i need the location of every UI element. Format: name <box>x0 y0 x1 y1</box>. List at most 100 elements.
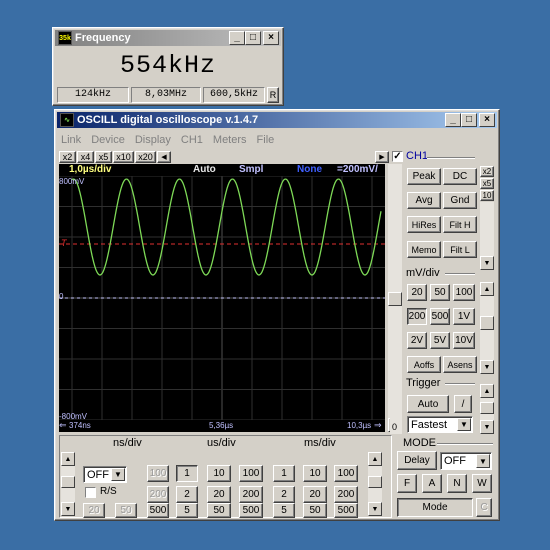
gnd-button[interactable]: Gnd <box>443 192 477 209</box>
timebase-scrollbar[interactable]: ▲ ▼ <box>61 452 75 516</box>
nsdiv-500-button[interactable]: 500 <box>147 503 169 518</box>
zoom-x20-button[interactable]: x20 <box>135 151 156 163</box>
frequency-titlebar[interactable]: 35k Frequency _ □ × <box>55 30 281 46</box>
mvdiv-5v-button[interactable]: 5V <box>430 332 450 349</box>
usdiv-20-button[interactable]: 20 <box>207 486 231 503</box>
msdiv-5-button[interactable]: 5 <box>273 503 295 518</box>
nsdiv-200-button[interactable]: 200 <box>147 486 169 503</box>
mvdiv-20-button[interactable]: 20 <box>407 284 427 301</box>
nsdiv-select[interactable]: OFF ▼ <box>83 466 127 483</box>
mvdiv-2v-button[interactable]: 2V <box>407 332 427 349</box>
avg-button[interactable]: Avg <box>407 192 441 209</box>
msdiv-200-button[interactable]: 200 <box>334 486 358 503</box>
trigger-level-scrollbar[interactable]: ▲ ▼ <box>480 384 494 434</box>
mode-a-button[interactable]: A <box>422 474 442 493</box>
zoom-x10-button[interactable]: x10 <box>113 151 134 163</box>
ch1-scroll-down-arrow-icon[interactable]: ▼ <box>480 256 494 270</box>
msdiv-50-button[interactable]: 50 <box>303 503 327 518</box>
usdiv-200-button[interactable]: 200 <box>239 486 263 503</box>
usdiv-50-button[interactable]: 50 <box>207 503 231 518</box>
mvdiv-10v-button[interactable]: 10V <box>453 332 475 349</box>
menu-meters[interactable]: Meters <box>213 134 247 150</box>
timebase-scroll-up-arrow-icon[interactable]: ▲ <box>61 452 75 466</box>
timebase-right-scrollbar[interactable]: ▲ ▼ <box>368 452 382 516</box>
mvdiv-50-button[interactable]: 50 <box>430 284 450 301</box>
usdiv-100-button[interactable]: 100 <box>239 465 263 482</box>
nsdiv-100-button[interactable]: 100 <box>147 465 169 482</box>
timebase-scroll-down-arrow-icon[interactable]: ▼ <box>61 502 75 516</box>
zoom-x5-button[interactable]: x5 <box>95 151 112 163</box>
mvdiv-scroll-up-arrow-icon[interactable]: ▲ <box>480 282 494 296</box>
gain-x5-button[interactable]: x5 <box>480 178 494 189</box>
asens-button[interactable]: Asens <box>443 356 477 373</box>
mvdiv-scroll-down-arrow-icon[interactable]: ▼ <box>480 360 494 374</box>
close-button[interactable]: × <box>263 31 279 45</box>
mode-n-button[interactable]: N <box>447 474 467 493</box>
zoom-x2-button[interactable]: x2 <box>59 151 76 163</box>
dc-button[interactable]: DC <box>443 168 477 185</box>
timebase-scroll-thumb[interactable] <box>61 476 75 488</box>
maximize-button[interactable]: □ <box>245 31 261 45</box>
usdiv-500-button[interactable]: 500 <box>239 503 263 518</box>
msdiv-2-button[interactable]: 2 <box>273 486 295 503</box>
usdiv-10-button[interactable]: 10 <box>207 465 231 482</box>
trigger-position-scrollbar[interactable]: 0 <box>390 394 402 434</box>
chevron-down-icon[interactable]: ▼ <box>457 418 471 431</box>
menu-ch1[interactable]: CH1 <box>181 134 203 150</box>
filt-h-button[interactable]: Filt H <box>443 216 477 233</box>
hires-button[interactable]: HiRes <box>407 216 441 233</box>
trigger-speed-select[interactable]: Fastest ▼ <box>407 416 473 433</box>
msdiv-100-button[interactable]: 100 <box>334 465 358 482</box>
close-button[interactable]: × <box>479 113 495 127</box>
menu-device[interactable]: Device <box>91 134 125 150</box>
chevron-down-icon[interactable]: ▼ <box>111 468 125 481</box>
scope-plot[interactable] <box>59 164 385 432</box>
usdiv-1-button[interactable]: 1 <box>176 465 198 482</box>
trigger-mode-button[interactable]: Auto <box>407 395 449 413</box>
nsdiv-50-button[interactable]: 50 <box>115 503 137 518</box>
freq-reset-button[interactable]: R <box>267 87 279 103</box>
delay-button[interactable]: Delay <box>397 451 437 470</box>
trigger-scroll-up-arrow-icon[interactable]: ▲ <box>480 384 494 398</box>
trigger-scroll-thumb[interactable] <box>480 402 494 414</box>
rs-checkbox[interactable] <box>85 487 96 498</box>
mvdiv-1v-button[interactable]: 1V <box>453 308 475 325</box>
minimize-button[interactable]: _ <box>229 31 245 45</box>
zoom-x4-button[interactable]: x4 <box>77 151 94 163</box>
mvdiv-100-button[interactable]: 100 <box>453 284 475 301</box>
mvdiv-200-button[interactable]: 200 <box>407 308 427 325</box>
filt-l-button[interactable]: Filt L <box>443 241 477 258</box>
menu-display[interactable]: Display <box>135 134 171 150</box>
mode-c-button[interactable]: C <box>476 498 492 517</box>
timebase-right-scroll-down-arrow-icon[interactable]: ▼ <box>368 502 382 516</box>
delay-select[interactable]: OFF ▼ <box>440 452 492 470</box>
oscilloscope-titlebar[interactable]: ∿ OSCILL digital oscilloscope v.1.4.7 _ … <box>57 112 497 128</box>
timebase-right-scroll-up-arrow-icon[interactable]: ▲ <box>368 452 382 466</box>
mode-button[interactable]: Mode <box>397 498 473 517</box>
menu-link[interactable]: Link <box>61 134 81 150</box>
msdiv-20-button[interactable]: 20 <box>303 486 327 503</box>
gain-x2-button[interactable]: x2 <box>480 166 494 177</box>
peak-button[interactable]: Peak <box>407 168 441 185</box>
nsdiv-20-button[interactable]: 20 <box>83 503 105 518</box>
trigger-slope-button[interactable]: / <box>454 395 472 413</box>
ch1-position-scrollbar[interactable]: ▼ <box>480 202 494 270</box>
menu-file[interactable]: File <box>257 134 275 150</box>
memo-button[interactable]: Memo <box>407 241 441 258</box>
chevron-down-icon[interactable]: ▼ <box>476 454 490 468</box>
mode-f-button[interactable]: F <box>397 474 417 493</box>
trigger-scroll-down-arrow-icon[interactable]: ▼ <box>480 420 494 434</box>
msdiv-10-button[interactable]: 10 <box>303 465 327 482</box>
msdiv-500-button[interactable]: 500 <box>334 503 358 518</box>
minimize-button[interactable]: _ <box>445 113 461 127</box>
scroll-right-arrow-icon[interactable]: ▶ <box>375 151 389 163</box>
ch1-checkbox[interactable]: ✓ <box>392 151 403 162</box>
gain-10-button[interactable]: 10 <box>480 190 494 201</box>
aoffs-button[interactable]: Aoffs <box>407 356 441 373</box>
mvdiv-500-button[interactable]: 500 <box>430 308 450 325</box>
timebase-right-scroll-thumb[interactable] <box>368 476 382 488</box>
maximize-button[interactable]: □ <box>461 113 477 127</box>
mvdiv-scrollbar[interactable]: ▲ ▼ <box>480 282 494 374</box>
usdiv-2-button[interactable]: 2 <box>176 486 198 503</box>
scroll-left-arrow-icon[interactable]: ◀ <box>157 151 171 163</box>
